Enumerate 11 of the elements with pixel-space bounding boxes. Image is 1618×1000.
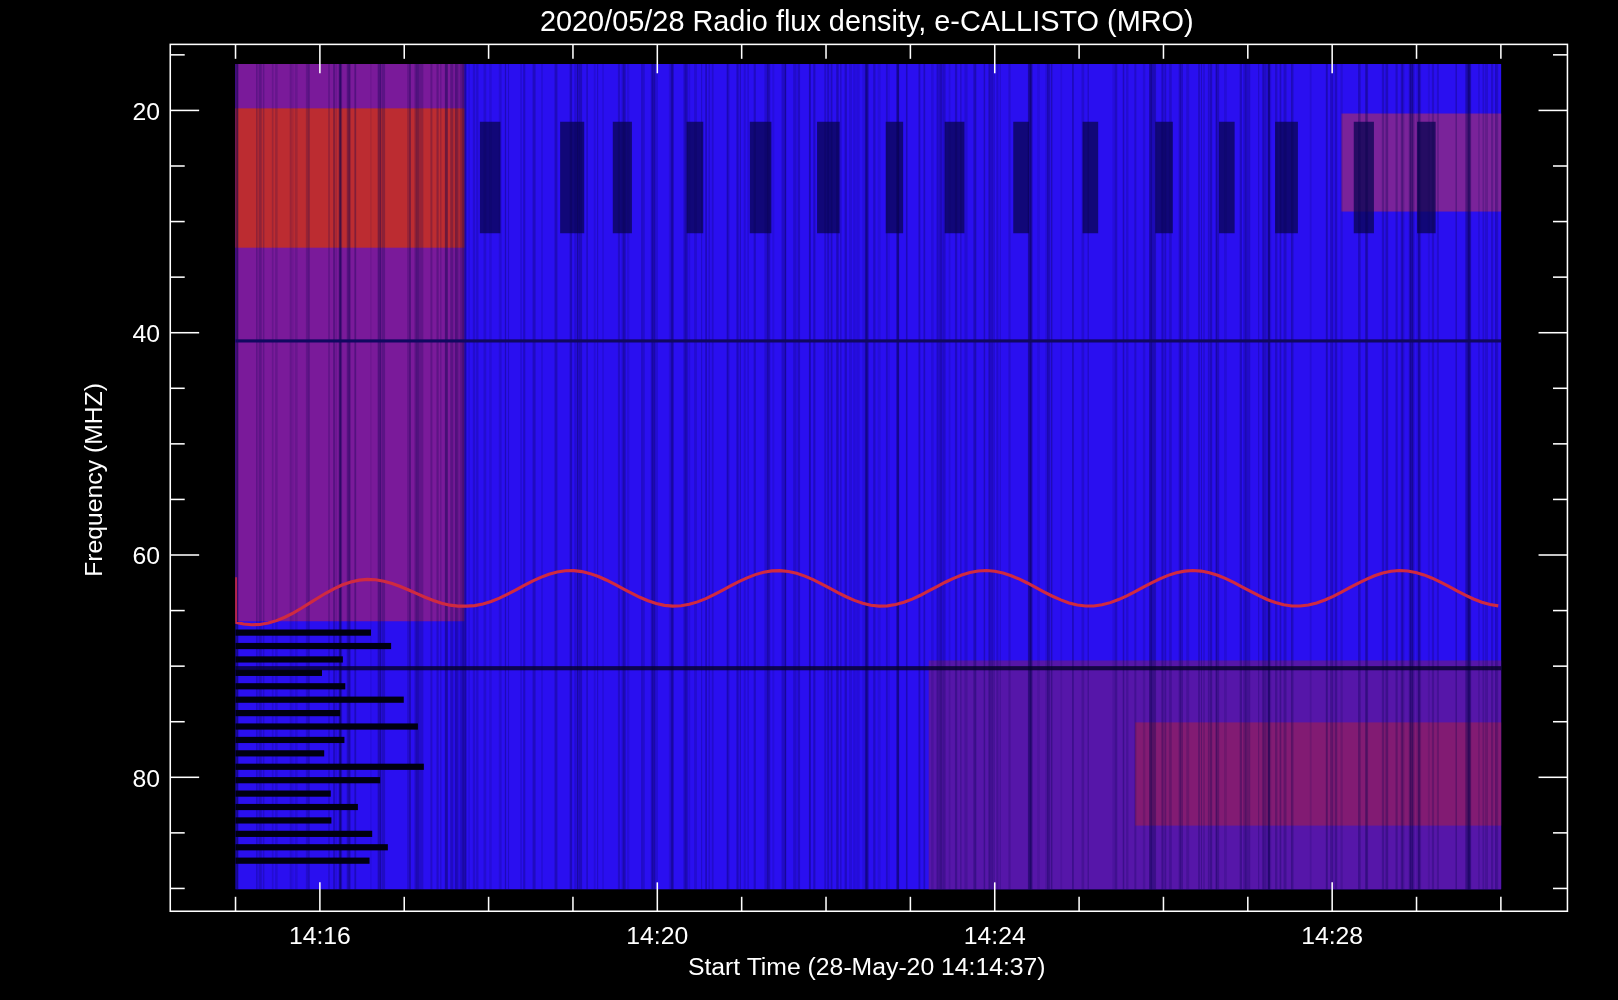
x-tick-label: 14:28: [1301, 922, 1364, 950]
x-tick-label: 14:16: [288, 922, 351, 950]
y-tick-label: 60: [132, 542, 160, 570]
chart-title: 2020/05/28 Radio flux density, e-CALLISTO (MRO): [539, 4, 1194, 37]
x-axis-label: Start Time (28-May-20 14:14:37): [687, 953, 1046, 981]
y-tick-label: 20: [132, 97, 160, 125]
x-tick-label: 14:24: [963, 922, 1026, 950]
x-tick-label: 14:20: [626, 922, 689, 950]
y-axis-label: Frequency (MHZ): [80, 382, 108, 577]
y-tick-label: 40: [132, 320, 160, 347]
y-tick-label: 80: [132, 764, 160, 792]
